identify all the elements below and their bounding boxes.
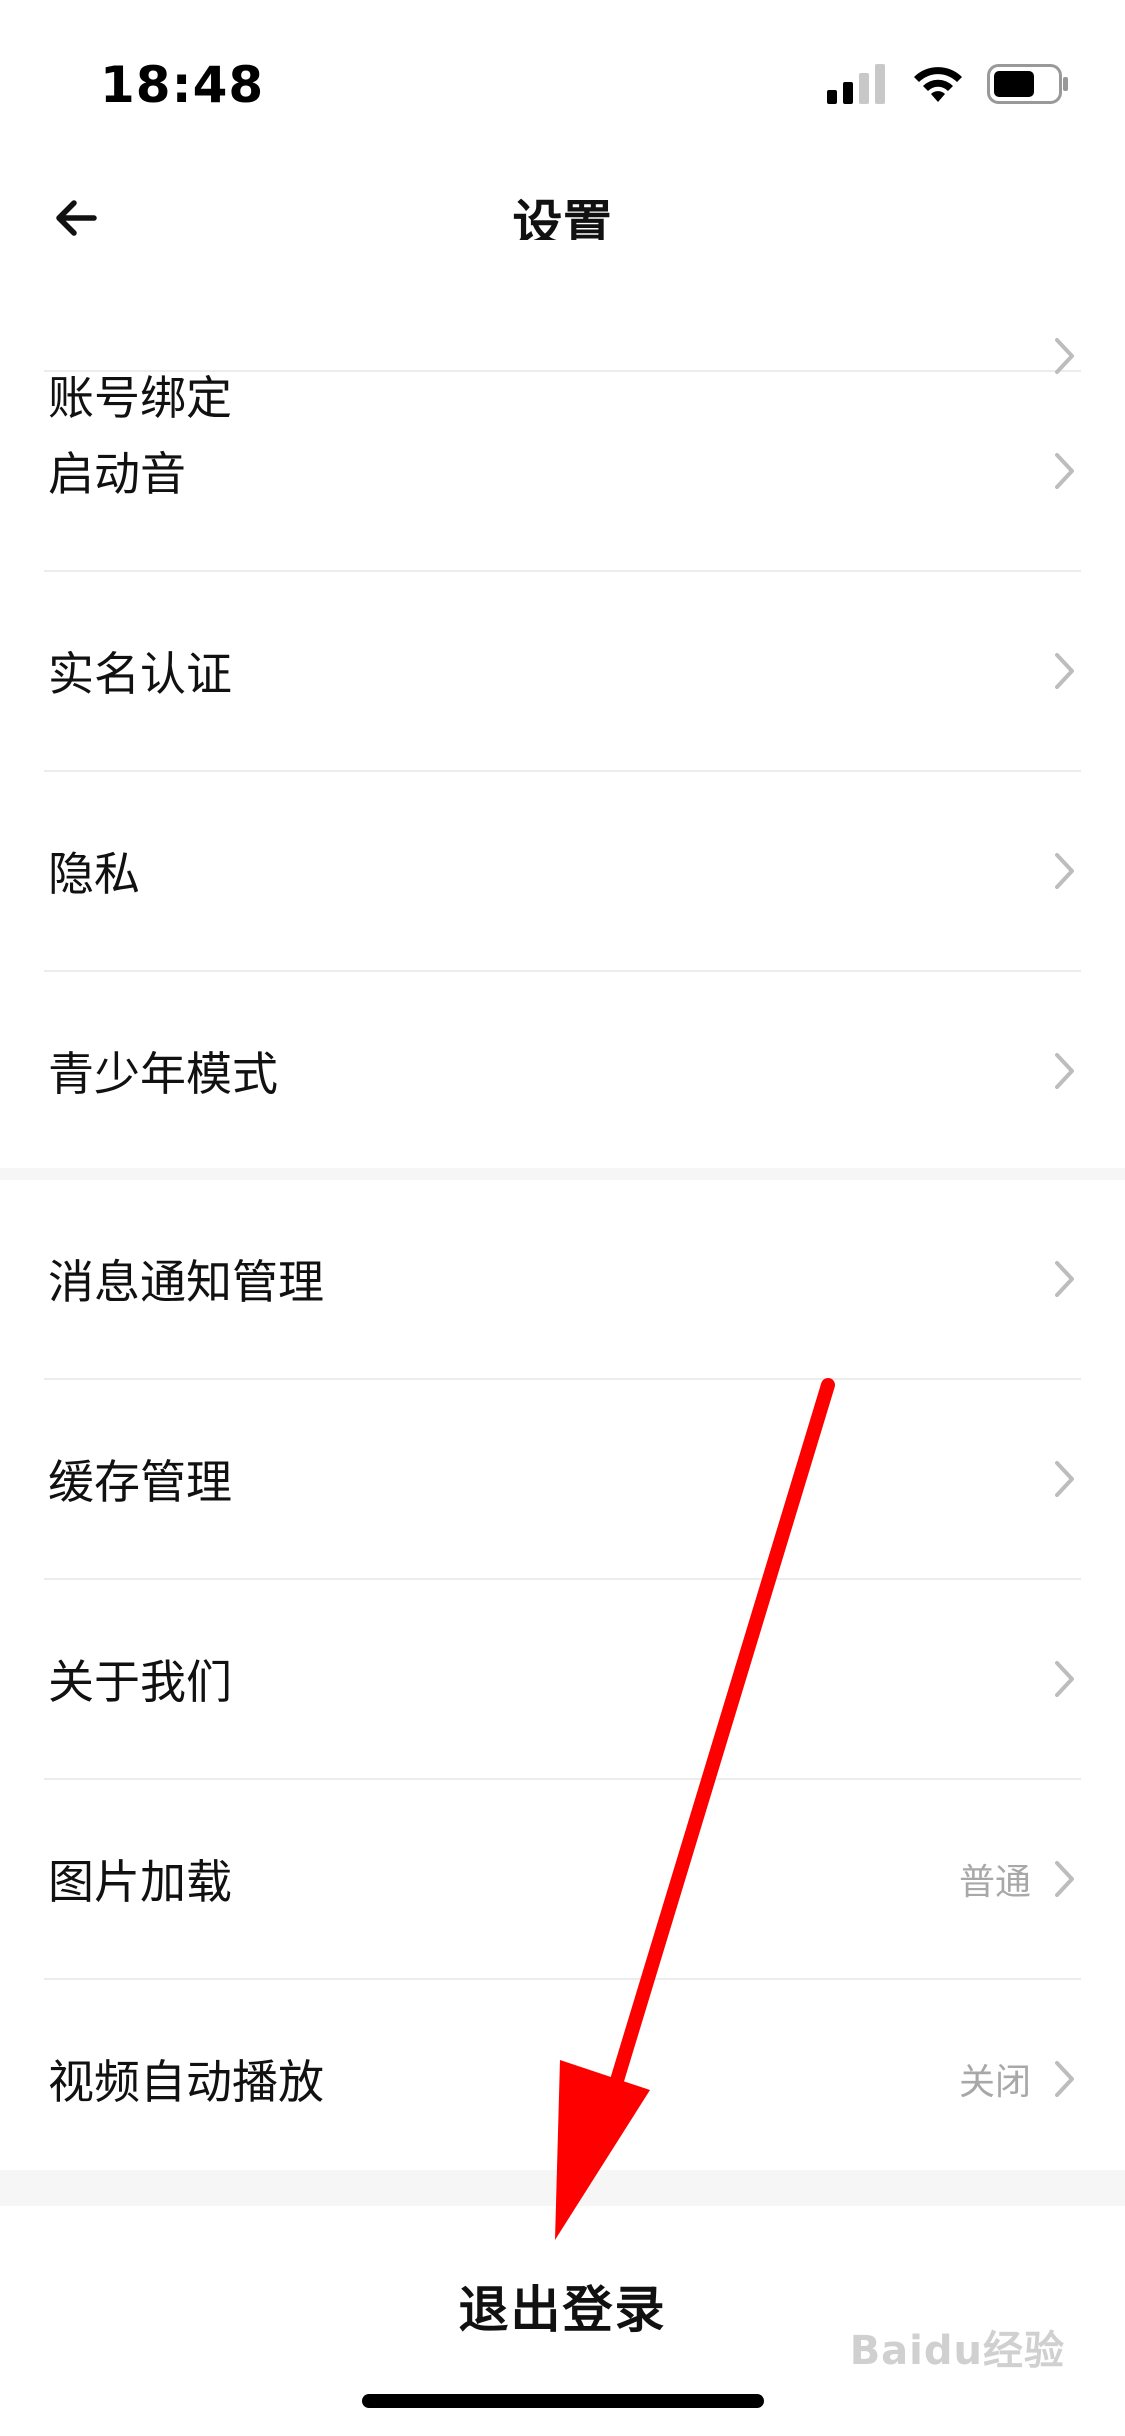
settings-item-value: 关闭 xyxy=(958,2062,1031,2103)
settings-group-general: 消息通知管理 缓存管理 关于我们 图片加载 普通 视频自动播放 关闭 xyxy=(0,1180,1125,2170)
battery-icon xyxy=(987,64,1068,104)
settings-item-startup-sound[interactable]: 启动音 xyxy=(44,372,1081,572)
settings-item-label: 启动音 xyxy=(48,447,186,501)
chevron-right-icon xyxy=(1049,1047,1081,1095)
status-time: 18:48 xyxy=(100,56,265,114)
status-icons xyxy=(827,64,1069,104)
settings-item-label: 青少年模式 xyxy=(48,1047,278,1101)
chevron-right-icon xyxy=(1049,647,1081,695)
chevron-right-icon xyxy=(1049,447,1081,495)
settings-item-real-name-verification[interactable]: 实名认证 xyxy=(44,572,1081,772)
chevron-right-icon xyxy=(1049,1255,1081,1303)
watermark: Baidu经验 xyxy=(849,2328,1065,2374)
settings-item-teen-mode[interactable]: 青少年模式 xyxy=(44,972,1081,1168)
settings-item-account-binding[interactable]: 账号绑定 xyxy=(44,240,1081,425)
chevron-right-icon xyxy=(1049,1655,1081,1703)
settings-item-video-autoplay[interactable]: 视频自动播放 关闭 xyxy=(44,1980,1081,2178)
settings-item-label: 隐私 xyxy=(48,847,140,901)
settings-item-about-us[interactable]: 关于我们 xyxy=(44,1580,1081,1780)
settings-item-image-loading[interactable]: 图片加载 普通 xyxy=(44,1780,1081,1980)
settings-item-label: 图片加载 xyxy=(48,1855,232,1909)
settings-item-label: 缓存管理 xyxy=(48,1455,232,1509)
settings-item-notification-management[interactable]: 消息通知管理 xyxy=(44,1180,1081,1380)
settings-group-account: 账号绑定 启动音 实名认证 隐私 青少年模式 xyxy=(0,240,1125,1168)
settings-item-privacy[interactable]: 隐私 xyxy=(44,772,1081,972)
settings-item-label: 消息通知管理 xyxy=(48,1255,324,1309)
chevron-right-icon xyxy=(1049,847,1081,895)
settings-item-label: 实名认证 xyxy=(48,647,232,701)
wifi-icon xyxy=(914,67,962,102)
home-indicator xyxy=(362,2394,764,2408)
settings-item-label: 关于我们 xyxy=(48,1655,232,1709)
settings-item-label: 视频自动播放 xyxy=(48,2055,324,2109)
chevron-right-icon xyxy=(1049,2055,1081,2103)
signal-icon xyxy=(827,64,885,104)
status-bar: 18:48 xyxy=(0,0,1125,140)
chevron-right-icon xyxy=(1049,1455,1081,1503)
settings-item-value: 普通 xyxy=(958,1862,1031,1903)
chevron-right-icon xyxy=(1049,1855,1081,1903)
settings-item-cache-management[interactable]: 缓存管理 xyxy=(44,1380,1081,1580)
